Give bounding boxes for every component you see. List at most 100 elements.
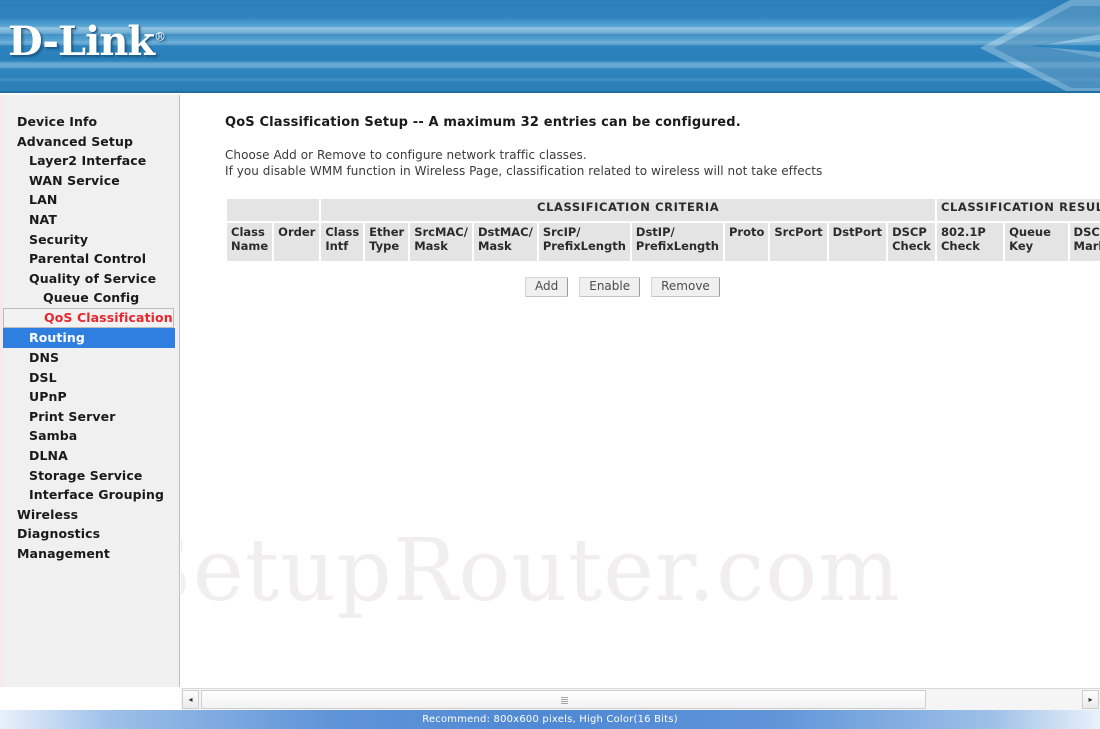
table-column-header: Proto	[722, 221, 771, 263]
table-column-header: SrcMAC/Mask	[408, 221, 474, 263]
sidebar-item-storage-service[interactable]: Storage Service	[3, 466, 179, 486]
table-column-header-line1: DSCP	[1073, 225, 1100, 239]
sidebar-item-parental-control[interactable]: Parental Control	[3, 249, 179, 269]
table-column-header-line1: Order	[278, 225, 316, 239]
table-column-header-line1: Class	[231, 225, 265, 239]
sidebar-item-label: UPnP	[29, 389, 67, 405]
sidebar-item-label: Diagnostics	[17, 526, 101, 542]
sidebar-item-device-info[interactable]: Device Info	[3, 112, 179, 132]
logo-text: D-Link	[8, 18, 155, 65]
watermark: SetupRouter.com	[181, 521, 901, 621]
table-column-header-line1: SrcMAC/	[414, 225, 468, 239]
sidebar-item-label: Storage Service	[29, 467, 143, 483]
table-column-header-line2: Intf	[325, 239, 349, 253]
table-column-header: DSCP Check	[886, 221, 937, 263]
sidebar-item-lan[interactable]: LAN	[3, 190, 179, 210]
status-bar: Recommend: 800x600 pixels, High Color(16…	[0, 710, 1100, 729]
sidebar-item-dsl[interactable]: DSL	[3, 368, 179, 388]
table-column-header-line1: Proto	[728, 225, 765, 239]
page-title: QoS Classification Setup -- A maximum 32…	[225, 115, 741, 130]
sidebar-item-management[interactable]: Management	[3, 544, 179, 564]
description-line-1: Choose Add or Remove to configure networ…	[225, 148, 587, 162]
sidebar-item-nat[interactable]: NAT	[3, 210, 179, 230]
table-column-header-line2: Mask	[414, 239, 448, 253]
table-group-header-blank	[224, 197, 322, 223]
sidebar-item-qos-classification[interactable]: QoS Classification	[3, 307, 174, 328]
qos-table-container: CLASSIFICATION CRITERIA CLASSIFICATION RE…	[224, 197, 1100, 263]
table-column-header: DstMAC/Mask	[471, 221, 539, 263]
sidebar-item-upnp[interactable]: UPnP	[3, 387, 179, 407]
sidebar-item-label: DNS	[29, 349, 60, 365]
sidebar-item-label: Device Info	[17, 114, 98, 129]
sidebar-item-label: Layer2 Interface	[29, 153, 147, 169]
table-column-header-line2: Check	[892, 239, 931, 253]
table-column-header: DstIP/PrefixLength	[629, 221, 725, 263]
sidebar-item-label: Security	[29, 231, 89, 247]
sidebar-item-layer2-interface[interactable]: Layer2 Interface	[3, 151, 179, 171]
table-column-header-line2: Name	[231, 239, 269, 253]
sidebar-item-interface-grouping[interactable]: Interface Grouping	[3, 485, 179, 505]
sidebar-item-label: NAT	[29, 211, 57, 227]
sidebar-navigation: Device Info Advanced Setup Layer2 Interfac…	[0, 95, 180, 687]
add-button[interactable]: Add	[525, 277, 569, 297]
logo-registered-mark: ®	[154, 29, 166, 44]
scroll-left-arrow-icon[interactable]: ◂	[182, 690, 199, 709]
table-column-header-line1: SrcIP/	[542, 225, 581, 239]
sidebar-item-advanced-setup[interactable]: Advanced Setup	[3, 132, 179, 152]
table-column-header-line1: 802.1P	[940, 225, 986, 239]
table-column-header-line2	[278, 239, 315, 253]
sidebar-item-dns[interactable]: DNS	[3, 348, 179, 368]
table-column-header: SrcIP/PrefixLength	[536, 221, 632, 263]
sidebar-item-wireless[interactable]: Wireless	[3, 505, 179, 525]
table-column-header-line1: DSCP	[892, 225, 927, 239]
table-column-header: Class Name	[224, 221, 275, 263]
sidebar-item-label: WAN Service	[29, 172, 120, 188]
sidebar-item-quality-of-service[interactable]: Quality of Service	[3, 269, 179, 289]
table-column-header: DstPort	[826, 221, 889, 263]
table-column-header-line1: DstPort	[832, 225, 883, 239]
qos-classification-table: CLASSIFICATION CRITERIA CLASSIFICATION RE…	[224, 197, 1100, 263]
sidebar-item-dlna[interactable]: DLNA	[3, 446, 179, 466]
table-column-header-line1: DstMAC/	[477, 225, 533, 239]
table-column-header-line2	[729, 239, 764, 253]
sidebar-item-label: Routing	[29, 329, 85, 345]
sidebar-item-wan-service[interactable]: WAN Service	[3, 171, 179, 191]
table-column-header: DSCPMark	[1067, 221, 1100, 263]
sidebar-item-print-server[interactable]: Print Server	[3, 407, 179, 427]
table-column-header-line2	[833, 239, 882, 253]
sidebar-item-label: LAN	[29, 192, 58, 208]
table-column-header: Ether Type	[363, 221, 411, 263]
table-column-header-line2: Mark	[1073, 239, 1100, 253]
sidebar-item-routing[interactable]: Routing	[3, 327, 175, 348]
table-column-header-line2: Type	[369, 239, 400, 253]
table-column-header-line2	[774, 239, 822, 253]
sidebar-item-label: DSL	[29, 369, 57, 385]
router-admin-page: D-Link® Device Info Advanced Setup Layer2 …	[0, 0, 1100, 729]
qos-table-group-header-row: CLASSIFICATION CRITERIA CLASSIFICATION RE…	[224, 197, 1100, 223]
scroll-right-arrow-icon[interactable]: ▸	[1082, 690, 1099, 709]
sidebar-item-label: QoS Classification	[44, 309, 173, 325]
table-column-header: Queue Key	[1003, 221, 1070, 263]
enable-button[interactable]: Enable	[579, 277, 641, 297]
header-banner: D-Link®	[0, 0, 1100, 93]
sidebar-item-label: Advanced Setup	[17, 133, 133, 149]
sidebar-item-diagnostics[interactable]: Diagnostics	[3, 524, 179, 544]
horizontal-scrollbar[interactable]: ◂ ▸	[181, 688, 1100, 710]
sidebar-item-label: DLNA	[29, 447, 68, 463]
qos-table-column-header-row: Class Name Order Class Intf Ether Type SrcMAC/…	[224, 221, 1100, 263]
sidebar-item-label: Samba	[29, 428, 78, 444]
scrollbar-thumb[interactable]	[201, 690, 926, 709]
sidebar-item-label: Wireless	[17, 506, 79, 522]
sidebar-item-label: Queue Config	[43, 290, 140, 306]
main-content: SetupRouter.com QoS Classification Setup…	[181, 93, 1100, 688]
sidebar-item-samba[interactable]: Samba	[3, 426, 179, 446]
sidebar-item-label: Interface Grouping	[29, 487, 165, 503]
sidebar-item-label: Parental Control	[29, 251, 147, 267]
sidebar-item-security[interactable]: Security	[3, 230, 179, 250]
sidebar-item-queue-config[interactable]: Queue Config	[3, 288, 179, 308]
table-column-header-line1: SrcPort	[774, 225, 823, 239]
sidebar-item-label: Print Server	[29, 408, 116, 424]
remove-button[interactable]: Remove	[651, 277, 720, 297]
qos-table-head: CLASSIFICATION CRITERIA CLASSIFICATION RE…	[224, 197, 1100, 263]
page-body: Device Info Advanced Setup Layer2 Interfac…	[0, 93, 1100, 688]
